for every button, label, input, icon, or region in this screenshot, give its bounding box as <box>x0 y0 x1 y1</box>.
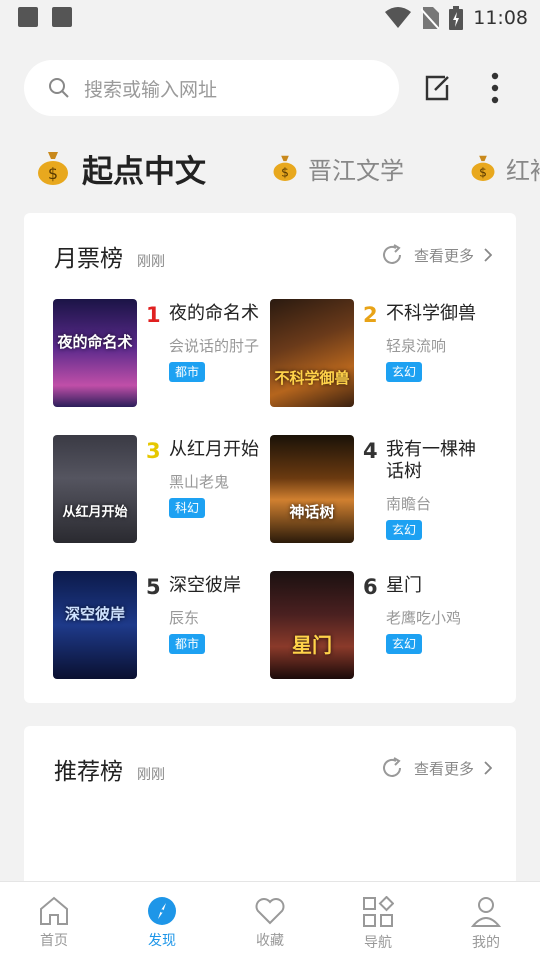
book-title: 从红月开始 <box>169 439 259 460</box>
source-tab-jinjiang[interactable]: $ 晋江文学 <box>272 140 404 196</box>
source-tab-qidian[interactable]: $ 起点中文 <box>36 140 206 196</box>
money-bag-icon: $ <box>273 155 297 181</box>
book-author: 老鹰吃小鸡 <box>386 609 462 627</box>
gallery-notification-icon <box>18 7 38 27</box>
book-cover-title: 从红月开始 <box>62 505 128 520</box>
book-genre-tag: 玄幻 <box>386 362 423 382</box>
compass-icon <box>148 897 176 925</box>
no-sim-icon <box>421 7 440 29</box>
money-bag-icon: $ <box>471 155 495 181</box>
book-genre-tag: 科幻 <box>169 498 206 518</box>
book-genre-tag: 都市 <box>169 362 206 382</box>
book-rank: 6 <box>363 575 378 599</box>
book-author: 辰东 <box>169 609 200 627</box>
source-tab-label: 晋江文学 <box>308 156 404 185</box>
svg-text:$: $ <box>48 164 58 183</box>
more-menu-button[interactable] <box>477 70 513 106</box>
book-title: 夜的命名术 <box>169 303 259 324</box>
book-rank: 4 <box>363 439 378 463</box>
book-rank: 1 <box>146 303 161 327</box>
book-item[interactable]: 深空彼岸 5 深空彼岸 辰东 都市 <box>53 571 273 681</box>
money-bag-icon: $ <box>38 152 68 185</box>
tab-label: 首页 <box>40 933 68 949</box>
view-more-label: 查看更多 <box>413 759 474 778</box>
refresh-icon[interactable] <box>380 243 404 267</box>
search-bar[interactable]: 搜索或输入网址 <box>24 60 399 116</box>
book-item[interactable]: 神话树 4 我有一棵神话树 南瞻台 玄幻 <box>270 435 490 545</box>
status-bar: 11:08 <box>0 0 540 36</box>
edit-button[interactable] <box>420 70 456 106</box>
book-cover-title: 不科学御兽 <box>274 369 350 387</box>
section-title: 推荐榜 <box>54 759 123 785</box>
tab-label: 导航 <box>364 935 392 951</box>
book-cover: 神话树 <box>270 435 354 543</box>
book-cover: 从红月开始 <box>53 435 137 543</box>
app-notification-icon <box>52 7 72 27</box>
view-more-label: 查看更多 <box>413 246 474 265</box>
book-cover: 星门 <box>270 571 354 679</box>
recommendation-ranking-card: 推荐榜 刚刚 查看更多 <box>24 726 516 886</box>
chevron-right-icon <box>484 761 492 775</box>
book-cover-title: 夜的命名术 <box>57 333 133 351</box>
bottom-tab-bar: 首页 发现 收藏 导航 我的 <box>0 881 540 960</box>
book-genre-tag: 玄幻 <box>386 520 423 540</box>
svg-text:$: $ <box>281 165 289 179</box>
refresh-icon[interactable] <box>380 756 404 780</box>
book-rank: 2 <box>363 303 378 327</box>
book-author: 会说话的肘子 <box>169 337 260 355</box>
book-title: 星门 <box>386 575 422 596</box>
search-placeholder: 搜索或输入网址 <box>84 78 218 101</box>
book-item[interactable]: 从红月开始 3 从红月开始 黑山老鬼 科幻 <box>53 435 273 545</box>
book-author: 轻泉流响 <box>386 337 447 355</box>
source-tabs: $ 起点中文 $ 晋江文学 $ 红袖 <box>0 140 540 196</box>
book-cover-title: 神话树 <box>289 503 335 521</box>
tab-navigation[interactable]: 导航 <box>324 882 432 960</box>
book-rank: 3 <box>146 439 161 463</box>
book-rank: 5 <box>146 575 161 599</box>
home-icon <box>40 896 68 925</box>
book-title: 我有一棵神话树 <box>386 439 476 482</box>
book-genre-tag: 玄幻 <box>386 634 423 654</box>
section-update-time: 刚刚 <box>137 254 165 270</box>
grid-icon <box>363 896 394 927</box>
clock: 11:08 <box>473 7 528 29</box>
monthly-ticket-ranking-card: 月票榜 刚刚 查看更多 夜的命名术 1 夜的命名术 会说话的肘子 都市 不科学御… <box>24 213 516 703</box>
heart-icon <box>255 898 285 925</box>
book-cover-title: 深空彼岸 <box>64 605 125 623</box>
tab-label: 我的 <box>472 935 500 951</box>
more-vertical-icon <box>491 72 499 104</box>
wifi-icon <box>385 7 412 28</box>
book-item[interactable]: 不科学御兽 2 不科学御兽 轻泉流响 玄幻 <box>270 299 490 409</box>
source-tab-hongxiu[interactable]: $ 红袖 <box>470 140 540 196</box>
tab-discover[interactable]: 发现 <box>108 882 216 960</box>
tab-label: 收藏 <box>256 933 284 949</box>
book-genre-tag: 都市 <box>169 634 206 654</box>
tab-home[interactable]: 首页 <box>0 882 108 960</box>
book-item[interactable]: 夜的命名术 1 夜的命名术 会说话的肘子 都市 <box>53 299 273 409</box>
book-author: 黑山老鬼 <box>169 473 230 491</box>
book-cover: 不科学御兽 <box>270 299 354 407</box>
edit-icon <box>425 75 449 101</box>
book-title: 不科学御兽 <box>386 303 476 324</box>
svg-text:$: $ <box>479 165 487 179</box>
view-more-button[interactable]: 查看更多 <box>380 756 492 780</box>
tab-profile[interactable]: 我的 <box>432 882 540 960</box>
section-title: 月票榜 <box>54 246 123 272</box>
book-cover: 夜的命名术 <box>53 299 137 407</box>
tab-favorites[interactable]: 收藏 <box>216 882 324 960</box>
book-author: 南瞻台 <box>386 495 432 513</box>
book-title: 深空彼岸 <box>169 575 241 596</box>
source-tab-label: 红袖 <box>506 156 540 185</box>
battery-charging-icon <box>449 6 464 30</box>
book-cover-title: 星门 <box>292 633 332 657</box>
tab-label: 发现 <box>148 933 176 949</box>
chevron-right-icon <box>484 248 492 262</box>
search-icon <box>49 78 69 98</box>
view-more-button[interactable]: 查看更多 <box>380 243 492 267</box>
book-item[interactable]: 星门 6 星门 老鹰吃小鸡 玄幻 <box>270 571 490 681</box>
book-cover: 深空彼岸 <box>53 571 137 679</box>
user-icon <box>471 897 501 927</box>
section-update-time: 刚刚 <box>137 767 165 783</box>
source-tab-label: 起点中文 <box>82 153 206 190</box>
